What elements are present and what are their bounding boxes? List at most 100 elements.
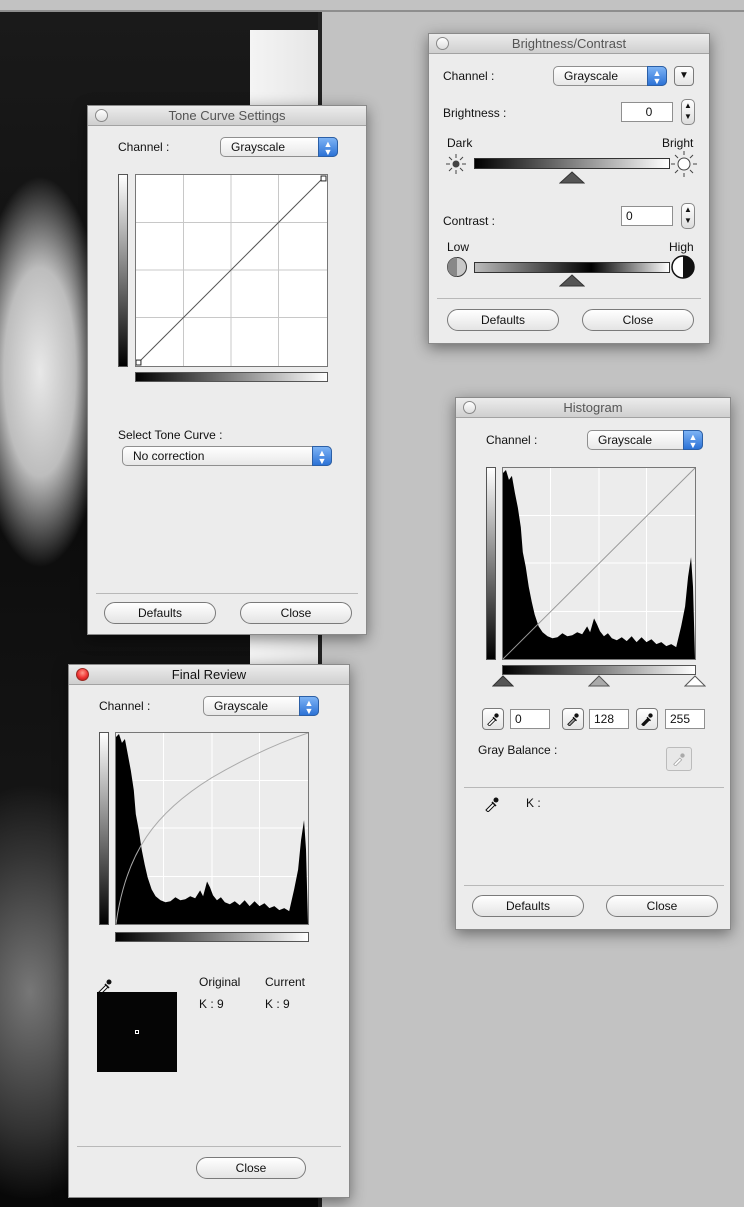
white-eyedropper-button[interactable] — [636, 708, 658, 730]
gray-point-input[interactable]: 128 — [589, 709, 629, 729]
contrast-low-icon — [447, 257, 467, 277]
contrast-stepper[interactable]: ▲ ▼ — [681, 203, 695, 229]
channel-select-value: Grayscale — [231, 140, 286, 154]
gray-balance-label: Gray Balance : — [478, 743, 558, 757]
sample-point-marker — [135, 1030, 139, 1034]
close-button[interactable]: Close — [582, 309, 694, 331]
eyedropper-icon — [673, 753, 685, 767]
gray-balance-button[interactable] — [666, 747, 692, 771]
input-gray-ramp — [135, 372, 328, 382]
final-review-window: Final Review Channel : Grayscale ▲ ▼ Orig… — [68, 664, 350, 1198]
brightness-slider-track[interactable] — [474, 158, 670, 169]
contrast-high-icon — [671, 255, 695, 279]
eyedropper-icon — [485, 797, 499, 812]
brightness-slider-thumb[interactable] — [559, 171, 585, 184]
gray-point-thumb[interactable] — [588, 675, 610, 687]
defaults-button[interactable]: Defaults — [447, 309, 559, 331]
bright-label: Bright — [662, 136, 694, 150]
defaults-button[interactable]: Defaults — [472, 895, 584, 917]
select-tone-curve-label: Select Tone Curve : — [118, 428, 223, 442]
black-point-input[interactable]: 0 — [510, 709, 550, 729]
channel-menu-button[interactable]: ▼ — [674, 66, 694, 86]
final-review-titlebar[interactable]: Final Review — [69, 665, 349, 685]
popup-arrows-icon: ▲ ▼ — [299, 696, 319, 716]
popup-arrows-icon: ▲ ▼ — [318, 137, 338, 157]
output-gray-ramp — [99, 732, 109, 925]
sun-dark-icon — [446, 154, 466, 174]
sun-bright-icon — [671, 151, 697, 177]
popup-arrows-icon: ▲ ▼ — [312, 446, 332, 466]
contrast-slider-track[interactable] — [474, 262, 670, 273]
curve-point-shadow[interactable] — [136, 359, 142, 366]
channel-select[interactable]: Grayscale ▲ ▼ — [220, 137, 338, 157]
histogram-graph[interactable] — [502, 467, 696, 660]
tone-curve-select-value: No correction — [133, 449, 205, 463]
separator — [96, 593, 358, 594]
histogram-window: Histogram Channel : Grayscale ▲ ▼ 0 128 2… — [455, 397, 731, 930]
channel-label: Channel : — [443, 69, 495, 83]
histogram-titlebar[interactable]: Histogram — [456, 398, 730, 418]
high-label: High — [669, 240, 694, 254]
separator — [437, 298, 701, 299]
white-point-input[interactable]: 255 — [665, 709, 705, 729]
window-close-icon[interactable] — [463, 401, 476, 414]
defaults-button[interactable]: Defaults — [104, 602, 216, 624]
eyedropper-icon — [567, 713, 579, 727]
tone-curve-graph[interactable] — [135, 174, 328, 367]
separator — [464, 885, 724, 886]
window-close-icon[interactable] — [95, 109, 108, 122]
separator — [77, 1146, 341, 1147]
eyedropper-icon — [487, 713, 499, 727]
popup-arrows-icon: ▲ ▼ — [683, 430, 703, 450]
close-button[interactable]: Close — [196, 1157, 306, 1179]
separator — [464, 787, 724, 788]
window-close-icon[interactable] — [76, 668, 89, 681]
current-k-value: K : 9 — [265, 997, 290, 1011]
channel-select[interactable]: Grayscale ▲ ▼ — [587, 430, 703, 450]
close-button[interactable]: Close — [240, 602, 352, 624]
channel-select-value: Grayscale — [598, 433, 653, 447]
original-k-value: K : 9 — [199, 997, 224, 1011]
brightness-contrast-titlebar[interactable]: Brightness/Contrast — [429, 34, 709, 54]
channel-label: Channel : — [99, 699, 151, 713]
brightness-stepper[interactable]: ▲ ▼ — [681, 99, 695, 125]
contrast-slider-thumb[interactable] — [559, 274, 585, 287]
low-label: Low — [447, 240, 470, 254]
channel-select-value: Grayscale — [214, 699, 269, 713]
black-point-thumb[interactable] — [492, 675, 514, 687]
tone-curve-titlebar[interactable]: Tone Curve Settings — [88, 106, 366, 126]
final-review-graph — [115, 732, 309, 925]
eyedropper-icon — [641, 713, 653, 727]
contrast-label: Contrast : — [443, 214, 496, 228]
channel-select[interactable]: Grayscale ▲ ▼ — [203, 696, 319, 716]
channel-label: Channel : — [486, 433, 538, 447]
channel-label: Channel : — [118, 140, 170, 154]
brightness-input[interactable]: 0 — [621, 102, 673, 122]
dark-label: Dark — [447, 136, 473, 150]
channel-select[interactable]: Grayscale ▲ ▼ — [553, 66, 667, 86]
contrast-input[interactable]: 0 — [621, 206, 673, 226]
tone-curve-select[interactable]: No correction ▲ ▼ — [122, 446, 332, 466]
window-title: Tone Curve Settings — [168, 108, 286, 123]
input-gray-ramp — [115, 932, 309, 942]
k-value-label: K : — [526, 796, 541, 810]
window-close-icon[interactable] — [436, 37, 449, 50]
popup-arrows-icon: ▲ ▼ — [647, 66, 667, 86]
input-gray-ramp — [502, 665, 696, 675]
brightness-contrast-window: Brightness/Contrast Channel : Grayscale … — [428, 33, 710, 344]
gray-eyedropper-button[interactable] — [562, 708, 584, 730]
brightness-label: Brightness : — [443, 106, 507, 120]
sample-preview — [97, 992, 177, 1072]
output-gray-ramp — [486, 467, 496, 660]
window-title: Final Review — [171, 667, 247, 682]
white-point-thumb[interactable] — [684, 675, 706, 687]
window-title: Brightness/Contrast — [511, 36, 627, 51]
output-gray-ramp — [118, 174, 128, 367]
original-label: Original — [199, 975, 241, 989]
tone-curve-window: Tone Curve Settings Channel : Grayscale … — [87, 105, 367, 635]
channel-select-value: Grayscale — [564, 69, 619, 83]
curve-point-highlight[interactable] — [320, 175, 327, 182]
close-button[interactable]: Close — [606, 895, 718, 917]
window-title: Histogram — [563, 400, 623, 415]
black-eyedropper-button[interactable] — [482, 708, 504, 730]
